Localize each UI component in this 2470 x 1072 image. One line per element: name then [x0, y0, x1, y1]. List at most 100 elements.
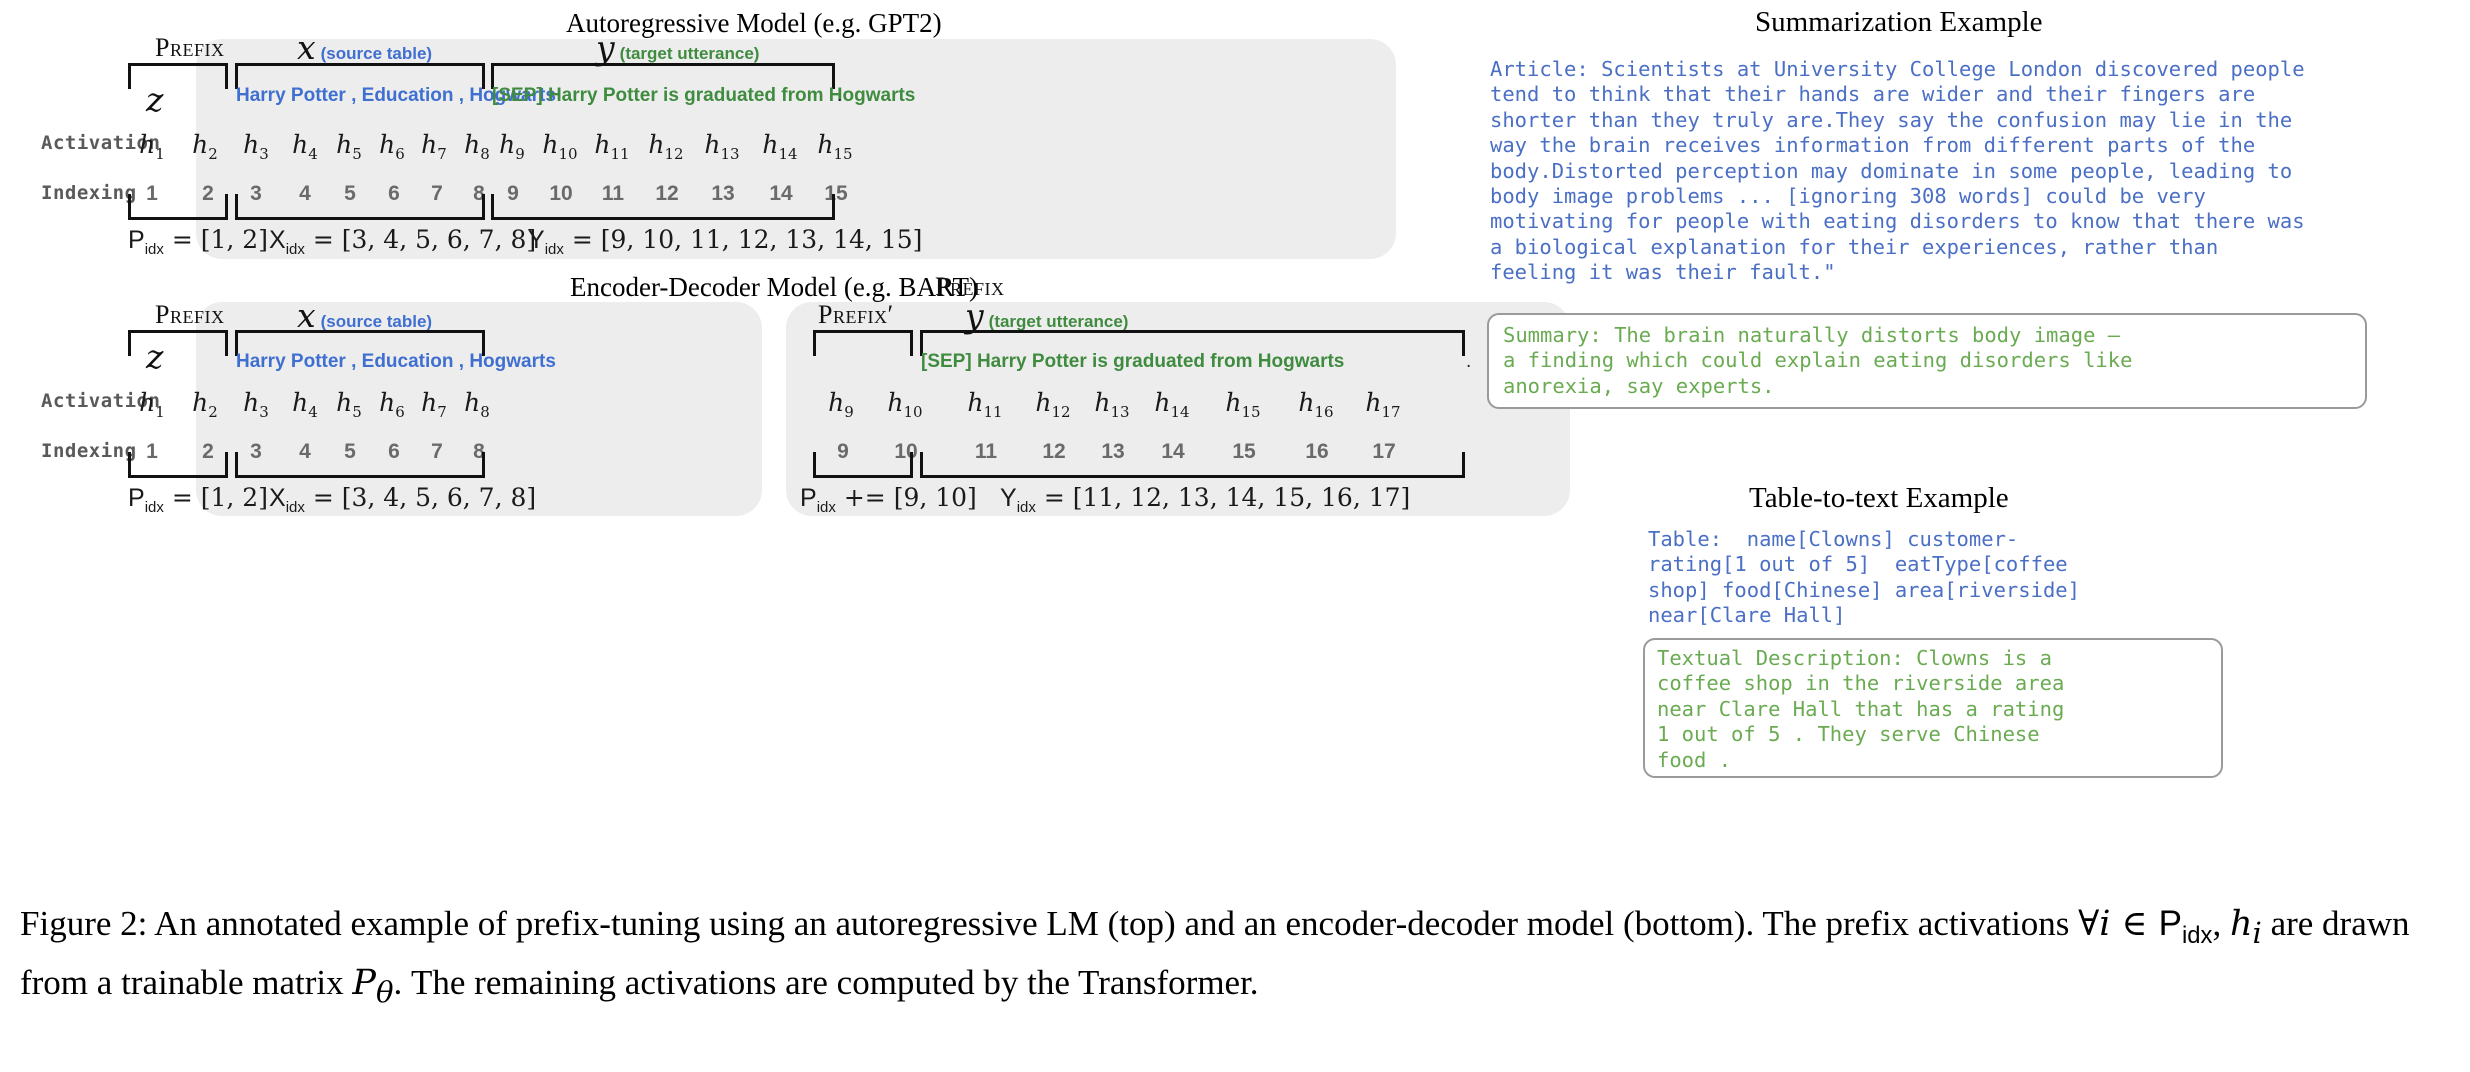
summarization-summary-text: Summary: The brain naturally distorts bo…: [1503, 323, 2133, 398]
bottom-pidx-formula: Pidx = [1, 2]: [128, 483, 268, 516]
caption-forall: ∀i ∈: [2078, 904, 2159, 944]
bottom-prefix-label: Prefix: [155, 300, 225, 329]
activation-h11: h11: [594, 130, 630, 163]
top-target-label-var: y: [596, 28, 615, 67]
bottom-xidx-formula: Xidx = [3, 4, 5, 6, 7, 8]: [269, 483, 536, 516]
bottom-pidx-value: [1, 2]: [200, 483, 268, 512]
top-source-label-var: x: [297, 28, 316, 67]
bottom-prefix-brace: [128, 330, 228, 356]
bottom-prefix-index-brace: [128, 452, 228, 478]
top-pidx-value: [1, 2]: [200, 225, 268, 254]
bottom-activation-h2: h2: [192, 388, 218, 421]
top-prefix-label: Prefix: [155, 33, 225, 62]
top-target-label: y (target utterance): [596, 28, 759, 67]
activation-h3: h3: [243, 130, 269, 163]
bottom-source-index-brace: [235, 452, 485, 478]
top-yidx-sub: idx: [544, 241, 564, 258]
bottom-xidx-value: [3, 4, 5, 6, 7, 8]: [341, 483, 537, 512]
caption-pidx-sub: idx: [2182, 922, 2213, 949]
top-target-index-brace: [491, 194, 835, 220]
caption-hi-var: h: [2229, 904, 2253, 944]
top-yidx-var: Y: [528, 226, 545, 254]
caption-hi-sub: i: [2252, 916, 2262, 950]
top-yidx-op: =: [571, 225, 593, 254]
top-row-label-indexing: Indexing: [41, 182, 137, 204]
caption-pidx: Pidx: [2158, 904, 2213, 949]
bottom-yidx-var: Y: [1000, 484, 1017, 512]
bottom-pidx-plus-formula: Pidx += [9, 10]: [800, 483, 977, 516]
bottom-row-label-indexing: Indexing: [41, 440, 137, 462]
bottom-activation-h15: h15: [1225, 388, 1261, 421]
bottom-activation-h4: h4: [292, 388, 318, 421]
bottom-activation-h13: h13: [1094, 388, 1130, 421]
top-prefix-brace: [128, 63, 228, 89]
top-target-label-tag: (target utterance): [619, 44, 760, 63]
top-yidx-value: [9, 10, 11, 12, 13, 14, 15]: [600, 225, 923, 254]
top-xidx-sub: idx: [285, 241, 305, 258]
bottom-yidx-sub: idx: [1016, 499, 1036, 516]
bottom-xidx-sub: idx: [285, 499, 305, 516]
bottom-activation-h17: h17: [1365, 388, 1401, 421]
top-xidx-var: X: [269, 226, 286, 254]
caption-part3: . The remaining activations are computed…: [393, 963, 1259, 1002]
top-yidx-formula: Yidx = [9, 10, 11, 12, 13, 14, 15]: [528, 225, 922, 258]
bottom-pidx-sub: idx: [144, 499, 164, 516]
activation-h13: h13: [704, 130, 740, 163]
bottom-activation-h11: h11: [967, 388, 1003, 421]
bottom-pidx-plus-op: +=: [843, 483, 886, 512]
activation-h6: h6: [379, 130, 405, 163]
caption-ptheta: Pθ: [352, 963, 393, 1009]
bottom-pidx-var: P: [128, 484, 145, 512]
bottom-activation-h16: h16: [1298, 388, 1334, 421]
bottom-source-label-tag: (source table): [320, 312, 433, 331]
bottom-target-tokens: [SEP] Harry Potter is graduated from Hog…: [921, 351, 1345, 372]
bottom-target-tokens-tail: .: [1466, 351, 1472, 372]
caption-part1: An annotated example of prefix-tuning us…: [147, 904, 2079, 943]
top-pidx-op: =: [171, 225, 193, 254]
activation-h5: h5: [336, 130, 362, 163]
top-xidx-formula: Xidx = [3, 4, 5, 6, 7, 8]: [269, 225, 536, 258]
caption-ptheta-sub: θ: [375, 975, 394, 1009]
top-target-tokens-tail: .: [837, 85, 843, 106]
caption-pidx-var: P: [2158, 904, 2183, 943]
encoder-decoder-model-title: Encoder-Decoder Model (e.g. BART): [570, 272, 978, 302]
bottom-prefix-prime-text: Prefix′: [818, 300, 894, 329]
bottom-activation-h12: h12: [1035, 388, 1071, 421]
bottom-prefix-prime-brace: [813, 330, 913, 356]
caption-hi: hi: [2229, 904, 2262, 950]
bottom-yidx-value: [11, 12, 13, 14, 15, 16, 17]: [1072, 483, 1411, 512]
bottom-activation-h6: h6: [379, 388, 405, 421]
bottom-activation-h7: h7: [421, 388, 447, 421]
bottom-activation-h9: h9: [828, 388, 854, 421]
activation-h7: h7: [421, 130, 447, 163]
activation-h8: h8: [464, 130, 490, 163]
activation-h12: h12: [648, 130, 684, 163]
table-to-text-example-title: Table-to-text Example: [1749, 482, 2009, 514]
table-to-text-table-text: Table: name[Clowns] customer- rating[1 o…: [1648, 527, 2080, 628]
bottom-source-tokens: Harry Potter , Education , Hogwarts: [236, 351, 556, 372]
activation-h2: h2: [192, 130, 218, 163]
summarization-example-title: Summarization Example: [1755, 6, 2043, 38]
bottom-yidx-op: =: [1043, 483, 1065, 512]
top-pidx-var: P: [128, 226, 145, 254]
activation-h15: h15: [817, 130, 853, 163]
bottom-pidx-plus-var: P: [800, 484, 817, 512]
bottom-target-index-brace: [920, 452, 1465, 478]
bottom-prefix-prime-index-brace: [813, 452, 913, 478]
top-source-index-brace: [235, 194, 485, 220]
bottom-pidx-plus-sub: idx: [816, 499, 836, 516]
bottom-xidx-op: =: [312, 483, 334, 512]
activation-h9: h9: [499, 130, 525, 163]
activation-h10: h10: [542, 130, 578, 163]
caption-ptheta-var: P: [352, 963, 376, 1003]
bottom-pidx-op: =: [171, 483, 193, 512]
top-xidx-op: =: [312, 225, 334, 254]
caption-comma: ,: [2212, 904, 2230, 943]
bottom-activation-h5: h5: [336, 388, 362, 421]
table-to-text-description-text: Textual Description: Clowns is a coffee …: [1657, 646, 2065, 772]
figure-caption: Figure 2: An annotated example of prefix…: [20, 900, 2440, 1016]
bottom-activation-h8: h8: [464, 388, 490, 421]
activation-h14: h14: [762, 130, 798, 163]
bottom-activation-h1: h1: [139, 388, 165, 421]
summarization-article-text: Article: Scientists at University Colleg…: [1490, 57, 2305, 285]
